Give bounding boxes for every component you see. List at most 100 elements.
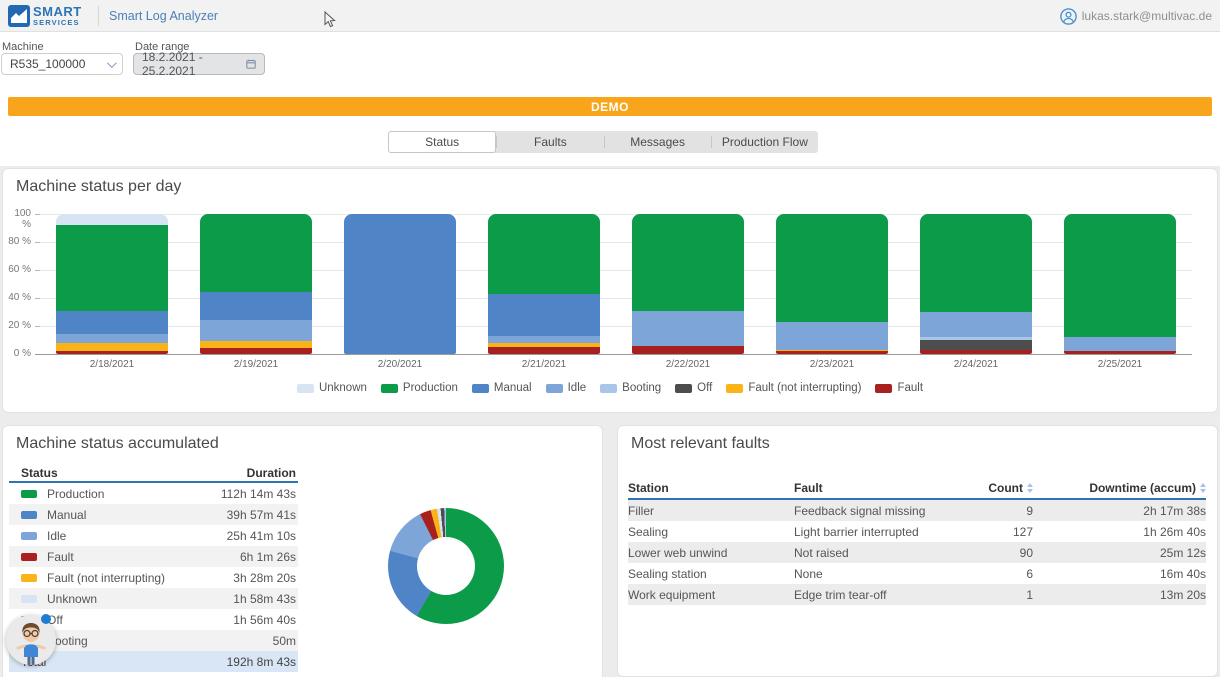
fault-row: Work equipmentEdge trim tear-off113m 20s bbox=[628, 584, 1206, 605]
bar-segment-fault bbox=[488, 347, 600, 354]
status-donut-chart[interactable] bbox=[388, 508, 504, 624]
legend-label: Booting bbox=[622, 382, 661, 394]
assistant-avatar-icon bbox=[14, 621, 48, 665]
y-axis-tick: 0 % bbox=[3, 348, 31, 359]
stacked-bar-2/23/2021[interactable] bbox=[776, 214, 888, 354]
date-range-button[interactable]: 18.2.2021 - 25.2.2021 bbox=[133, 53, 265, 75]
legend-item-booting[interactable]: Booting bbox=[600, 382, 661, 394]
fault-text: Light barrier interrupted bbox=[794, 525, 978, 539]
legend-swatch-unknown bbox=[297, 384, 314, 393]
bar-segment-fault bbox=[920, 350, 1032, 354]
stacked-bar-2/24/2021[interactable] bbox=[920, 214, 1032, 354]
x-axis-label: 2/23/2021 bbox=[760, 359, 904, 370]
col-station: Station bbox=[628, 481, 794, 495]
legend-item-fault-ni[interactable]: Fault (not interrupting) bbox=[726, 382, 861, 394]
tab-faults[interactable]: Faults bbox=[497, 131, 603, 153]
stacked-bar-2/21/2021[interactable] bbox=[488, 214, 600, 354]
brand-name-line2: SERVICES bbox=[33, 19, 82, 27]
col-fault: Fault bbox=[794, 481, 978, 495]
legend-label: Idle bbox=[568, 382, 587, 394]
bar-segment-idle bbox=[632, 311, 744, 346]
status-duration: 25h 41m 10s bbox=[227, 529, 296, 543]
bar-segment-production bbox=[56, 225, 168, 310]
fault-downtime: 13m 20s bbox=[1033, 588, 1206, 602]
fault-count: 1 bbox=[978, 588, 1033, 602]
bar-segment-manual bbox=[344, 214, 456, 354]
bar-segment-manual bbox=[200, 292, 312, 321]
tab-production-flow[interactable]: Production Flow bbox=[712, 131, 818, 153]
fault-station: Sealing bbox=[628, 525, 794, 539]
user-account-chip[interactable]: lukas.stark@multivac.de bbox=[1060, 0, 1212, 32]
fault-station: Filler bbox=[628, 504, 794, 518]
mouse-cursor-icon bbox=[324, 11, 336, 28]
faults-title: Most relevant faults bbox=[631, 435, 770, 453]
legend-item-idle[interactable]: Idle bbox=[546, 382, 587, 394]
bar-segment-idle bbox=[488, 336, 600, 343]
legend-swatch-fault-ni bbox=[726, 384, 743, 393]
bar-segment-fault-not-interrupting- bbox=[56, 343, 168, 351]
legend-item-off[interactable]: Off bbox=[675, 382, 712, 394]
chevron-down-icon bbox=[107, 58, 117, 68]
status-duration: 6h 1m 26s bbox=[240, 550, 296, 564]
stacked-bar-2/18/2021[interactable] bbox=[56, 214, 168, 354]
col-count-label: Count bbox=[988, 481, 1023, 495]
y-axis-tick: 20 % bbox=[3, 320, 31, 331]
machine-select-value: R535_100000 bbox=[10, 57, 85, 71]
x-axis-label: 2/19/2021 bbox=[184, 359, 328, 370]
fault-count: 6 bbox=[978, 567, 1033, 581]
legend-item-unknown[interactable]: Unknown bbox=[297, 382, 367, 394]
col-count-sortable[interactable]: Count bbox=[978, 481, 1033, 495]
bar-segment-idle bbox=[920, 312, 1032, 337]
user-email: lukas.stark@multivac.de bbox=[1082, 9, 1212, 23]
tab-messages[interactable]: Messages bbox=[605, 131, 711, 153]
status-duration: 3h 28m 20s bbox=[233, 571, 296, 585]
x-axis-label: 2/25/2021 bbox=[1048, 359, 1192, 370]
faults-table: Station Fault Count Downtime (accum) Fil… bbox=[628, 478, 1206, 605]
bar-segment-idle bbox=[200, 320, 312, 341]
legend-item-production[interactable]: Production bbox=[381, 382, 458, 394]
stacked-bar-2/19/2021[interactable] bbox=[200, 214, 312, 354]
brand-logo-text: SMART SERVICES bbox=[33, 5, 82, 27]
panel-machine-status-per-day: Machine status per day 100 % 80 % 60 % 4… bbox=[2, 168, 1218, 413]
col-duration: Duration bbox=[247, 466, 296, 480]
brand-logo[interactable]: SMART SERVICES bbox=[8, 5, 82, 27]
legend-item-manual[interactable]: Manual bbox=[472, 382, 532, 394]
status-swatch-manual bbox=[21, 511, 37, 519]
status-name: Fault (not interrupting) bbox=[47, 571, 165, 585]
table-row-unknown: Unknown1h 58m 43s bbox=[9, 588, 298, 609]
machine-select[interactable]: R535_100000 bbox=[1, 53, 123, 75]
bar-segment-production bbox=[488, 214, 600, 294]
legend-swatch-booting bbox=[600, 384, 617, 393]
legend-label: Unknown bbox=[319, 382, 367, 394]
accumulated-title: Machine status accumulated bbox=[16, 435, 219, 453]
col-downtime-sortable[interactable]: Downtime (accum) bbox=[1033, 481, 1206, 495]
stacked-bar-2/22/2021[interactable] bbox=[632, 214, 744, 354]
legend-label: Fault (not interrupting) bbox=[748, 382, 861, 394]
fault-station: Work equipment bbox=[628, 588, 794, 602]
status-per-day-title: Machine status per day bbox=[16, 178, 181, 196]
stacked-bar-2/20/2021[interactable] bbox=[344, 214, 456, 354]
legend-label: Fault bbox=[897, 382, 923, 394]
status-swatch-production bbox=[21, 490, 37, 498]
date-range-value: 18.2.2021 - 25.2.2021 bbox=[142, 50, 240, 78]
x-axis-label: 2/21/2021 bbox=[472, 359, 616, 370]
tab-bar: Status Faults Messages Production Flow bbox=[388, 131, 818, 153]
y-axis-tick: 60 % bbox=[3, 264, 31, 275]
bar-segment-production bbox=[776, 214, 888, 322]
legend-item-fault[interactable]: Fault bbox=[875, 382, 923, 394]
fault-row: Lower web unwindNot raised9025m 12s bbox=[628, 542, 1206, 563]
app-title: Smart Log Analyzer bbox=[109, 9, 218, 23]
y-axis-tick: 40 % bbox=[3, 292, 31, 303]
legend-swatch-off bbox=[675, 384, 692, 393]
tab-status[interactable]: Status bbox=[388, 131, 496, 153]
bar-segment-unknown bbox=[56, 214, 168, 225]
legend-label: Off bbox=[697, 382, 712, 394]
legend-label: Manual bbox=[494, 382, 532, 394]
fault-count: 90 bbox=[978, 546, 1033, 560]
smart-log-analyzer-page: SMART SERVICES Smart Log Analyzer lukas.… bbox=[0, 0, 1220, 677]
status-duration: 1h 58m 43s bbox=[233, 592, 296, 606]
stacked-bar-2/25/2021[interactable] bbox=[1064, 214, 1176, 354]
panel-machine-status-accumulated: Machine status accumulated Status Durati… bbox=[2, 425, 603, 677]
fault-row: SealingLight barrier interrupted1271h 26… bbox=[628, 521, 1206, 542]
fault-downtime: 2h 17m 38s bbox=[1033, 504, 1206, 518]
